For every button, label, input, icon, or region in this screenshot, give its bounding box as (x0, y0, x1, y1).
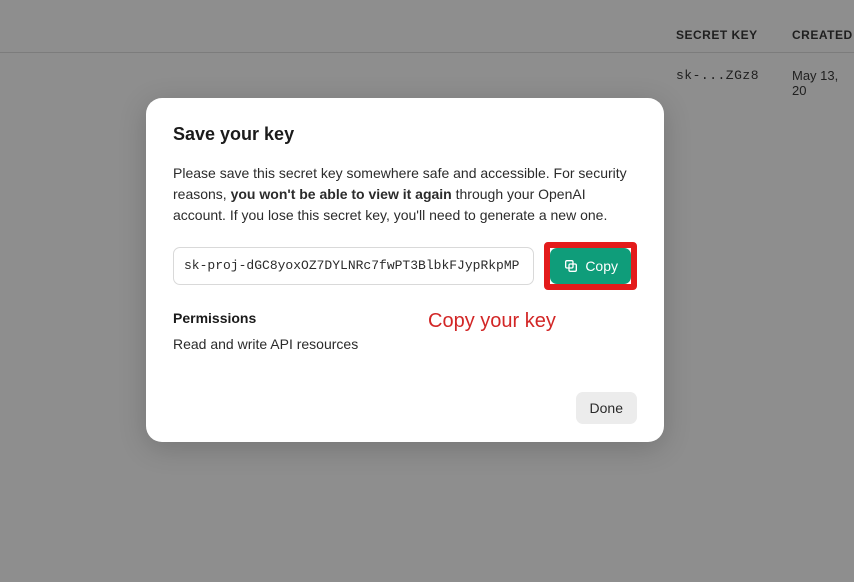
row-created-date: May 13, 20 (792, 68, 854, 98)
header-divider (0, 52, 854, 53)
permissions-desc: Read and write API resources (173, 336, 637, 352)
desc-bold: you won't be able to view it again (231, 186, 452, 202)
col-header-created: CREATED (792, 28, 853, 42)
row-secret-key: sk-...ZGz8 (676, 68, 759, 83)
modal-description: Please save this secret key somewhere sa… (173, 163, 637, 226)
copy-button-highlight-wrap: Copy (544, 242, 637, 290)
table-header: SECRET KEY CREATED (0, 28, 854, 52)
permissions-title: Permissions (173, 310, 637, 326)
done-button[interactable]: Done (576, 392, 637, 424)
key-row: sk-proj-dGC8yoxOZ7DYLNRc7fwPT3BlbkFJypRk… (173, 242, 637, 290)
save-key-modal: Save your key Please save this secret ke… (146, 98, 664, 442)
annotation-text: Copy your key (428, 310, 556, 333)
secret-key-field[interactable]: sk-proj-dGC8yoxOZ7DYLNRc7fwPT3BlbkFJypRk… (173, 247, 534, 285)
copy-icon (563, 258, 579, 274)
modal-footer: Done (173, 392, 637, 424)
copy-button-label: Copy (585, 258, 618, 274)
copy-button[interactable]: Copy (550, 248, 631, 284)
modal-title: Save your key (173, 124, 637, 145)
col-header-secret-key: SECRET KEY (676, 28, 758, 42)
